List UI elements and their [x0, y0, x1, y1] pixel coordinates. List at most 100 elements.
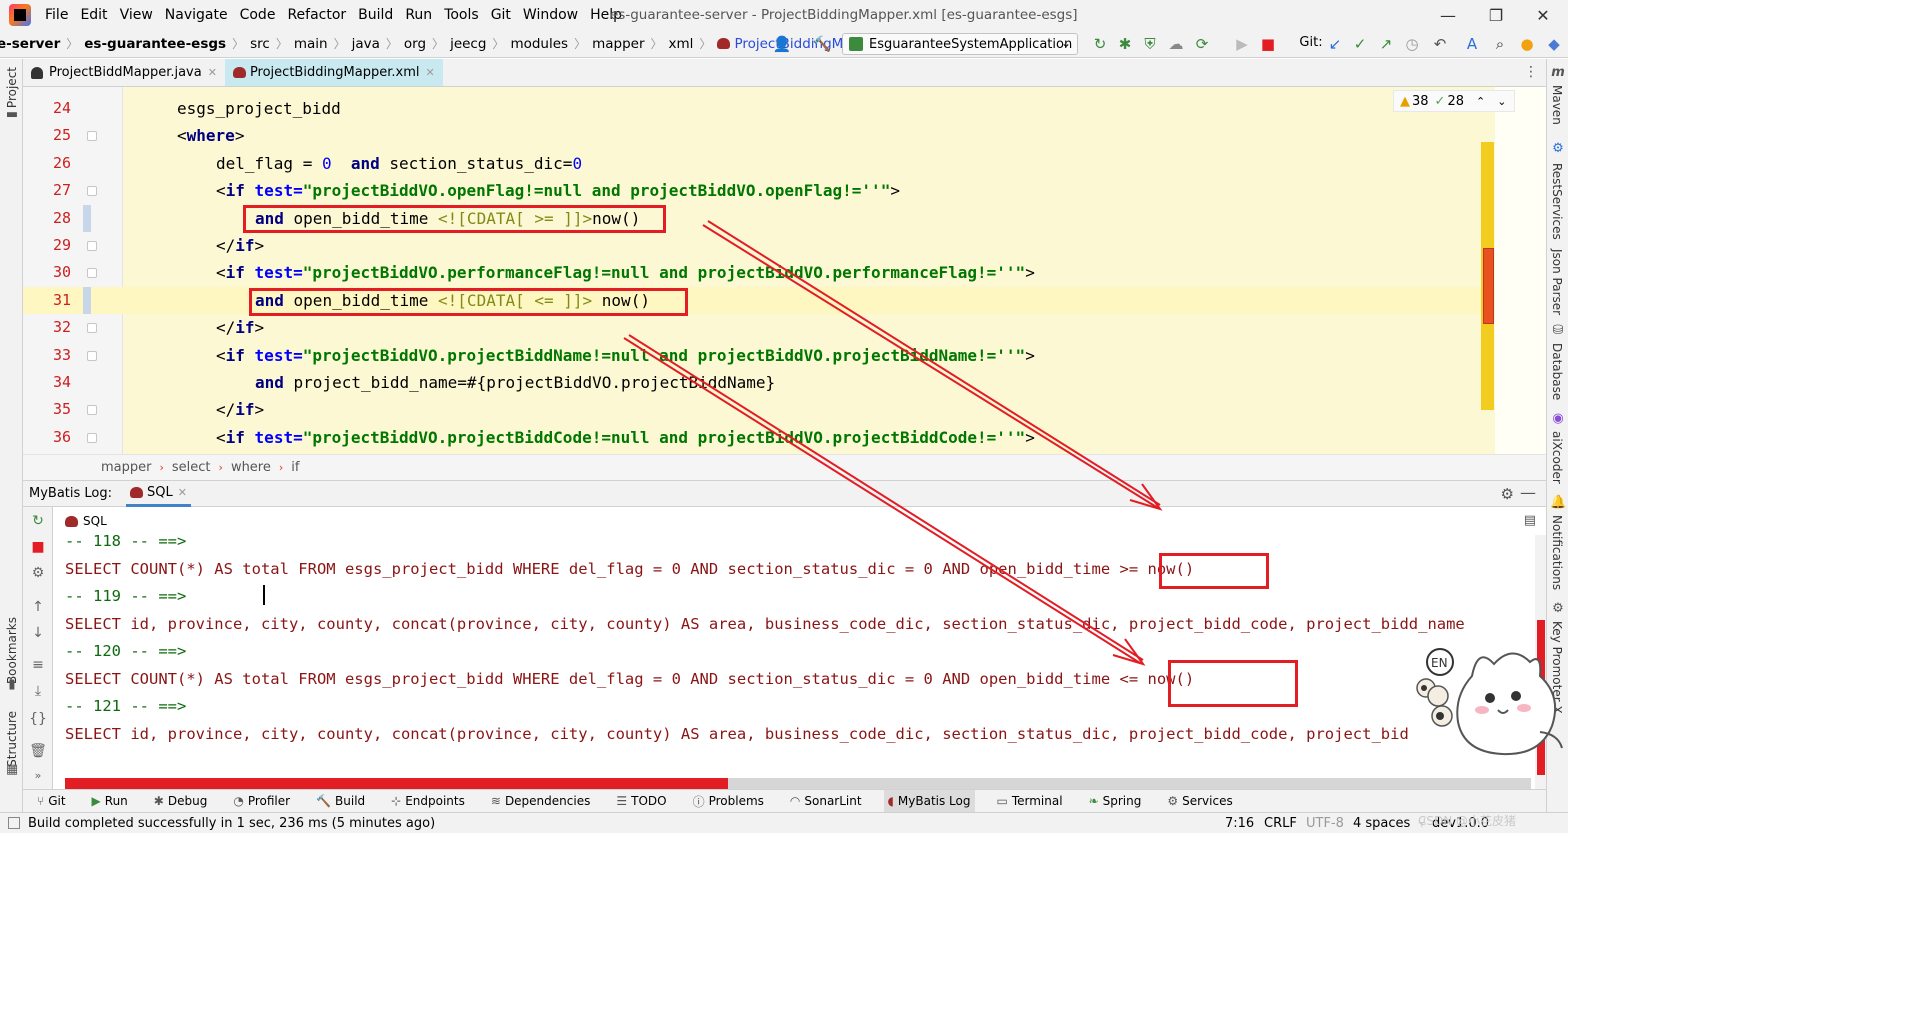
- fold-toggle-icon[interactable]: [87, 323, 97, 334]
- user-icon[interactable]: 👤: [772, 35, 792, 53]
- caret-position[interactable]: 7:16: [1225, 816, 1254, 831]
- fold-toggle-icon[interactable]: [87, 432, 97, 443]
- line-number[interactable]: 35: [23, 396, 71, 423]
- more-tabs-icon[interactable]: ⋮: [1524, 64, 1538, 80]
- menu-code[interactable]: Code: [234, 7, 282, 23]
- fold-toggle-icon[interactable]: [87, 241, 97, 251]
- json-parser-tool-label[interactable]: Json Parser: [1550, 249, 1564, 315]
- menu-git[interactable]: Git: [485, 7, 517, 23]
- tab-projectbiddingmapper-xml[interactable]: ProjectBiddingMapper.xml ✕: [224, 59, 443, 86]
- database-tool-label[interactable]: Database: [1550, 343, 1564, 400]
- close-tab-icon[interactable]: ✕: [208, 66, 217, 79]
- menu-tools[interactable]: Tools: [438, 7, 485, 23]
- tool-profiler[interactable]: ◔ Profiler: [229, 790, 294, 813]
- line-number[interactable]: 36: [23, 424, 71, 451]
- line-number[interactable]: 32: [23, 314, 71, 341]
- vcs-change-marker[interactable]: [83, 286, 91, 314]
- code-line[interactable]: <if test="projectBiddVO.projectBiddCode!…: [216, 424, 1035, 451]
- tool-git[interactable]: ⑂ Git: [33, 790, 70, 813]
- menu-build[interactable]: Build: [352, 7, 399, 23]
- fold-toggle-icon[interactable]: [87, 350, 97, 361]
- code-line[interactable]: and project_bidd_name=#{projectBiddVO.pr…: [255, 369, 775, 396]
- run-configuration-selector[interactable]: EsguaranteeSystemApplication ⌄: [842, 33, 1078, 55]
- code-minimap[interactable]: [1495, 87, 1546, 454]
- layout-icon[interactable]: ▤: [1524, 513, 1536, 528]
- code-line[interactable]: esgs_project_bidd: [177, 95, 341, 122]
- stop-icon[interactable]: ■: [1258, 35, 1278, 53]
- tab-sql[interactable]: SQL ✕: [126, 480, 191, 507]
- rerun-icon[interactable]: ↻: [1090, 35, 1110, 53]
- sql-statement-line[interactable]: SELECT COUNT(*) AS total FROM esgs_proje…: [65, 556, 1194, 583]
- search-icon[interactable]: ⌕: [1490, 35, 1510, 53]
- close-window-icon[interactable]: ✕: [1520, 3, 1566, 27]
- tool-dependencies[interactable]: ≋ Dependencies: [487, 790, 594, 813]
- console-sub-tab[interactable]: SQL ▤: [53, 507, 1546, 535]
- soft-wrap-icon[interactable]: ≡: [29, 657, 47, 673]
- restore-window-icon[interactable]: ❐: [1473, 3, 1519, 27]
- code-editor[interactable]: 24 esgs_project_bidd 25 <where> 26 del_flag =…: [23, 87, 1546, 454]
- code-line[interactable]: </if>: [216, 314, 264, 341]
- breadcrumb-module[interactable]: es-guarantee-esgs: [81, 36, 229, 52]
- tab-projectbiddmapper-java[interactable]: ProjectBiddMapper.java ✕: [23, 59, 225, 86]
- fold-toggle-icon[interactable]: [87, 131, 97, 142]
- sql-statement-line[interactable]: SELECT COUNT(*) AS total FROM esgs_proje…: [65, 666, 1194, 693]
- menu-run[interactable]: Run: [399, 7, 438, 23]
- tool-todo[interactable]: ☰ TODO: [612, 790, 670, 813]
- project-tool-label[interactable]: Project: [5, 67, 19, 108]
- aixcoder-tool-label[interactable]: aiXcoder: [1550, 431, 1564, 484]
- code-line[interactable]: <if test="projectBiddVO.projectBiddName!…: [216, 342, 1035, 369]
- hammer-build-icon[interactable]: 🔨: [812, 35, 832, 53]
- breadcrumb-mapper[interactable]: mapper: [589, 36, 647, 52]
- log-separator-line[interactable]: -- 120 -- ==>: [65, 638, 186, 665]
- git-commit-icon[interactable]: ✓: [1350, 35, 1370, 53]
- update-icon[interactable]: ●: [1517, 35, 1537, 53]
- notifications-tool-label[interactable]: Notifications: [1550, 515, 1564, 590]
- gear-icon[interactable]: ⚙: [1501, 485, 1514, 503]
- code-line[interactable]: <where>: [177, 122, 244, 149]
- tool-mybatis-log[interactable]: ◖ MyBatis Log: [883, 789, 975, 813]
- translate-icon[interactable]: A: [1462, 35, 1482, 53]
- indent-setting[interactable]: 4 spaces: [1353, 816, 1410, 831]
- more-actions-icon[interactable]: »: [29, 769, 47, 782]
- close-tab-icon[interactable]: ✕: [426, 66, 435, 79]
- git-rollback-icon[interactable]: ↶: [1430, 35, 1450, 53]
- code-line[interactable]: </if>: [216, 396, 264, 423]
- breadcrumb-project[interactable]: e-server: [0, 36, 63, 52]
- breadcrumb-org[interactable]: org: [401, 36, 429, 52]
- breadcrumb-xml[interactable]: xml: [666, 36, 697, 52]
- file-encoding[interactable]: UTF-8: [1306, 816, 1344, 831]
- breadcrumb-modules[interactable]: modules: [507, 36, 571, 52]
- scroll-to-end-icon[interactable]: ⤓: [29, 683, 47, 699]
- xml-crumb-select[interactable]: select: [172, 460, 211, 475]
- line-number[interactable]: 28: [23, 205, 71, 232]
- line-number[interactable]: 30: [23, 259, 71, 286]
- stop-icon[interactable]: ■: [29, 539, 47, 555]
- git-update-icon[interactable]: ↙: [1325, 35, 1345, 53]
- previous-highlight-icon[interactable]: ⌃: [1476, 95, 1485, 108]
- menu-view[interactable]: View: [114, 7, 159, 23]
- git-push-icon[interactable]: ↗: [1376, 35, 1396, 53]
- settings-icon[interactable]: ⚙: [29, 565, 47, 581]
- tool-terminal[interactable]: ▭ Terminal: [993, 790, 1067, 813]
- line-number[interactable]: 25: [23, 122, 71, 149]
- menu-refactor[interactable]: Refactor: [281, 7, 352, 23]
- menu-navigate[interactable]: Navigate: [159, 7, 234, 23]
- breadcrumb-src[interactable]: src: [247, 36, 273, 52]
- run-play-icon[interactable]: ▶: [1232, 35, 1252, 53]
- menu-file[interactable]: File: [39, 7, 74, 23]
- line-number[interactable]: 34: [23, 369, 71, 396]
- coverage-icon[interactable]: ⛨: [1140, 35, 1160, 53]
- line-number[interactable]: 26: [23, 150, 71, 177]
- editor-scroll-thumb[interactable]: [1483, 248, 1494, 324]
- rerun-icon[interactable]: ↻: [29, 513, 47, 529]
- line-number[interactable]: 29: [23, 232, 71, 259]
- log-separator-line[interactable]: -- 121 -- ==>: [65, 693, 186, 720]
- log-separator-line[interactable]: -- 119 -- ==>: [65, 583, 186, 610]
- tool-services[interactable]: ⚙ Services: [1163, 790, 1236, 813]
- xml-crumb-where[interactable]: where: [231, 460, 271, 475]
- debug-bug-icon[interactable]: ✱: [1115, 35, 1135, 53]
- tool-debug[interactable]: ✱ Debug: [150, 790, 212, 813]
- breadcrumb-jeecg[interactable]: jeecg: [447, 36, 489, 52]
- ide-logo-icon[interactable]: ◆: [1544, 35, 1564, 53]
- code-line[interactable]: <if test="projectBiddVO.performanceFlag!…: [216, 259, 1035, 286]
